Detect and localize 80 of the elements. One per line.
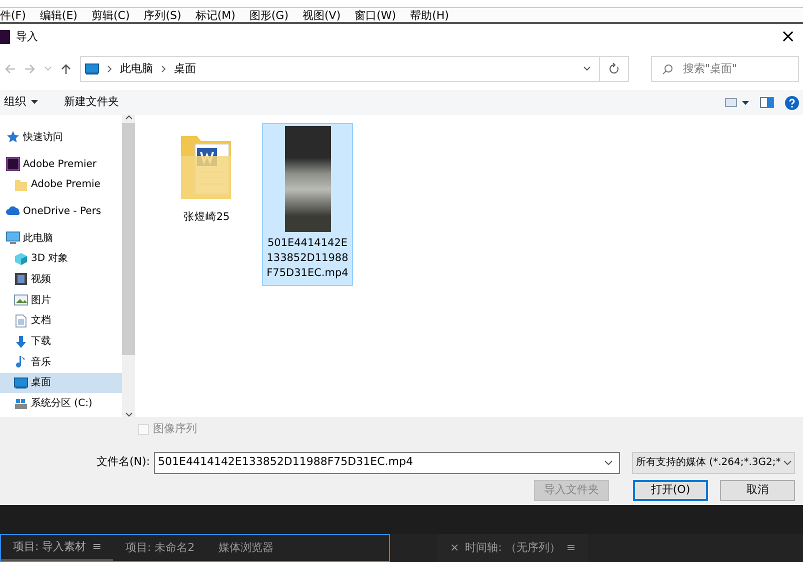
sidebar-item[interactable]: 文档 (0, 310, 122, 332)
toolbar-button[interactable]: 新建文件夹 (64, 94, 119, 111)
picture-icon (14, 293, 28, 308)
cube-icon (14, 252, 28, 266)
breadcrumb-item[interactable]: 此电脑 (120, 60, 153, 78)
toolbar-button[interactable]: 组织 (4, 94, 38, 111)
chevron-down-icon (583, 66, 591, 72)
star-icon (6, 130, 20, 144)
scroll-down-icon (124, 412, 132, 417)
breadcrumb-item[interactable]: 桌面 (174, 60, 196, 78)
sidebar-item[interactable]: Adobe Premier (0, 154, 122, 174)
sidebar-item[interactable]: 此电脑 (0, 228, 122, 248)
view-icon (725, 98, 749, 107)
panel-tab[interactable]: 媒体浏览器 (206, 535, 286, 561)
forward-arrow-icon (24, 63, 36, 75)
close-button[interactable]: × (450, 540, 460, 556)
sidebar-item[interactable]: OneDrive - Pers (0, 201, 122, 222)
scroll-up-icon (124, 115, 132, 120)
back-arrow-icon (4, 63, 16, 75)
panel-menu-button[interactable]: ≡ (566, 540, 576, 556)
close-button[interactable]: × (773, 27, 803, 47)
file-item[interactable]: 501E4414142E133852D11988F75D31EC.mp4 (262, 123, 353, 286)
panel-tab[interactable]: × 时间轴: （无序列） ≡ (438, 534, 588, 562)
sidebar-item[interactable]: 快速访问 (0, 127, 122, 148)
panel-menu-button[interactable]: ≡ (92, 538, 102, 556)
chevron-down-icon (782, 460, 792, 466)
down-arrow-icon (14, 334, 28, 349)
menu-item[interactable]: 标记(M) (195, 8, 236, 22)
panel-tab[interactable]: 项目: 导入素材 ≡ (1, 535, 114, 561)
checkbox-label: 图像序列 (153, 421, 197, 437)
sidebar-item[interactable]: 3D 对象 (0, 248, 122, 270)
dialog-button[interactable]: 打开(O) (633, 480, 708, 500)
chevron-down-icon (44, 65, 52, 73)
filename-combo-box[interactable]: 501E4414142E133852D11988F75D31EC.mp4 (154, 452, 620, 474)
search-icon (662, 64, 673, 74)
address-bar[interactable]: 此电脑 桌面 (80, 56, 600, 82)
menu-item[interactable]: 编辑(E) (40, 8, 78, 22)
menu-item[interactable]: 视图(V) (302, 8, 341, 22)
menu-item[interactable]: 窗口(W) (354, 8, 396, 22)
sidebar-item[interactable]: 音乐 (0, 352, 122, 373)
refresh-button[interactable] (599, 56, 629, 82)
chevron-right-icon (161, 65, 166, 73)
sidebar-item[interactable]: Adobe Premie (0, 174, 122, 196)
sidebar-item[interactable]: 系统分区 (C:) (0, 393, 122, 414)
help-icon (785, 96, 799, 110)
monitor-icon (85, 63, 99, 75)
drive-icon (14, 396, 28, 411)
scrollbar-thumb[interactable] (122, 122, 135, 355)
document-icon (14, 314, 28, 328)
menu-item[interactable]: 序列(S) (144, 8, 182, 22)
monitor-icon (14, 376, 28, 390)
field-label: 文件名(N): (96, 454, 150, 470)
window-title: 导入 (16, 28, 38, 45)
up-arrow-icon (60, 63, 72, 75)
file-name: 501E4414142E133852D11988F75D31EC.mp4 (266, 236, 350, 281)
file-type-dropdown[interactable]: 所有支持的媒体 (*.264;*.3G2;* (632, 452, 795, 474)
premiere-icon (6, 157, 20, 172)
menu-item[interactable]: 帮助(H) (410, 8, 449, 22)
monitor-icon (6, 231, 20, 246)
dialog-button[interactable]: 取消 (720, 480, 795, 500)
sidebar-item[interactable]: 视频 (0, 269, 122, 290)
file-item[interactable]: 张煜崎25 (161, 123, 252, 230)
menu-item[interactable]: 件(F) (0, 8, 26, 22)
menu-item[interactable]: 剪辑(C) (91, 8, 130, 22)
panel-tab[interactable]: 项目: 未命名2 (113, 535, 207, 561)
premiere-icon (0, 30, 10, 44)
file-name: 张煜崎25 (183, 210, 230, 225)
sidebar-item[interactable]: 桌面 (0, 372, 122, 394)
folder-icon (14, 178, 28, 192)
chevron-right-icon (107, 65, 112, 73)
sidebar-item[interactable]: 下载 (0, 331, 122, 352)
search-box[interactable]: 搜索"桌面" (651, 56, 799, 82)
preview-pane-icon (760, 97, 774, 108)
chevron-down-icon (604, 460, 613, 466)
sidebar-item[interactable]: 图片 (0, 290, 122, 310)
film-icon (14, 272, 28, 286)
music-note-icon (14, 355, 28, 370)
menu-item[interactable]: 图形(G) (249, 8, 288, 22)
caret-down-icon (31, 100, 38, 104)
refresh-icon (609, 63, 619, 74)
